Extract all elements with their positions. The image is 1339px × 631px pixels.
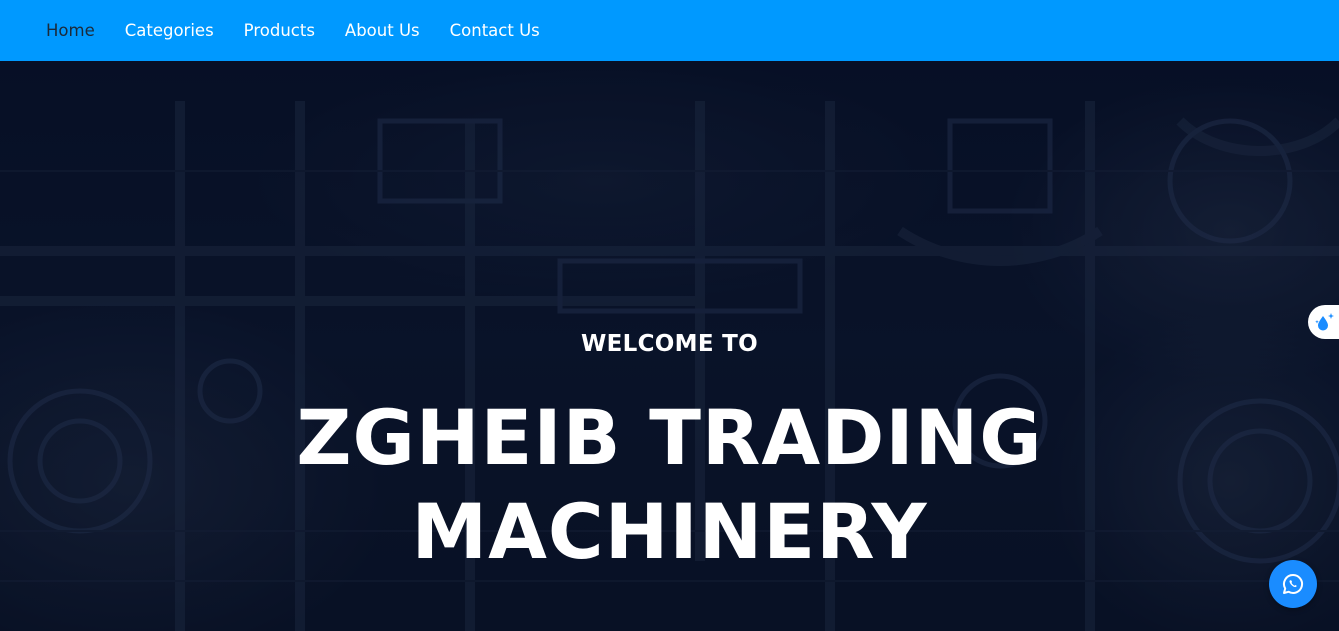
nav-products-link[interactable]: Products bbox=[244, 21, 315, 40]
nav-about-us-link[interactable]: About Us bbox=[345, 21, 420, 40]
nav-home-link[interactable]: Home bbox=[46, 21, 95, 40]
nav-categories-link[interactable]: Categories bbox=[125, 21, 214, 40]
hero-section: WELCOME TO ZGHEIB TRADING MACHINERY bbox=[0, 61, 1339, 631]
nav-contact-us-link[interactable]: Contact Us bbox=[450, 21, 540, 40]
water-drop-sparkle-icon bbox=[1315, 313, 1334, 331]
hero-title-line2: MACHINERY bbox=[411, 487, 928, 576]
whatsapp-chat-button[interactable] bbox=[1269, 560, 1317, 608]
top-navbar: Home Categories Products About Us Contac… bbox=[0, 0, 1339, 61]
hero-title: ZGHEIB TRADING MACHINERY bbox=[0, 391, 1339, 579]
accessibility-widget-button[interactable] bbox=[1308, 305, 1339, 339]
hero-title-line1: ZGHEIB TRADING bbox=[296, 393, 1043, 482]
hero-welcome-text: WELCOME TO bbox=[580, 331, 759, 357]
whatsapp-icon bbox=[1283, 573, 1304, 594]
